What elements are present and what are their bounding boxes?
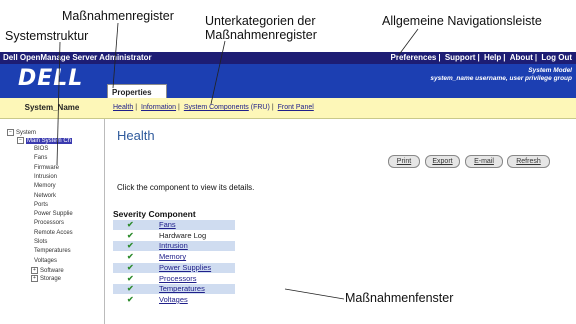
leader-line-subcategories <box>210 40 226 105</box>
leader-line-structure <box>56 41 61 166</box>
leader-line-register <box>112 22 119 89</box>
callout-lines <box>56 22 419 300</box>
leader-line-navigation <box>397 28 419 57</box>
leader-line-window <box>284 288 345 300</box>
